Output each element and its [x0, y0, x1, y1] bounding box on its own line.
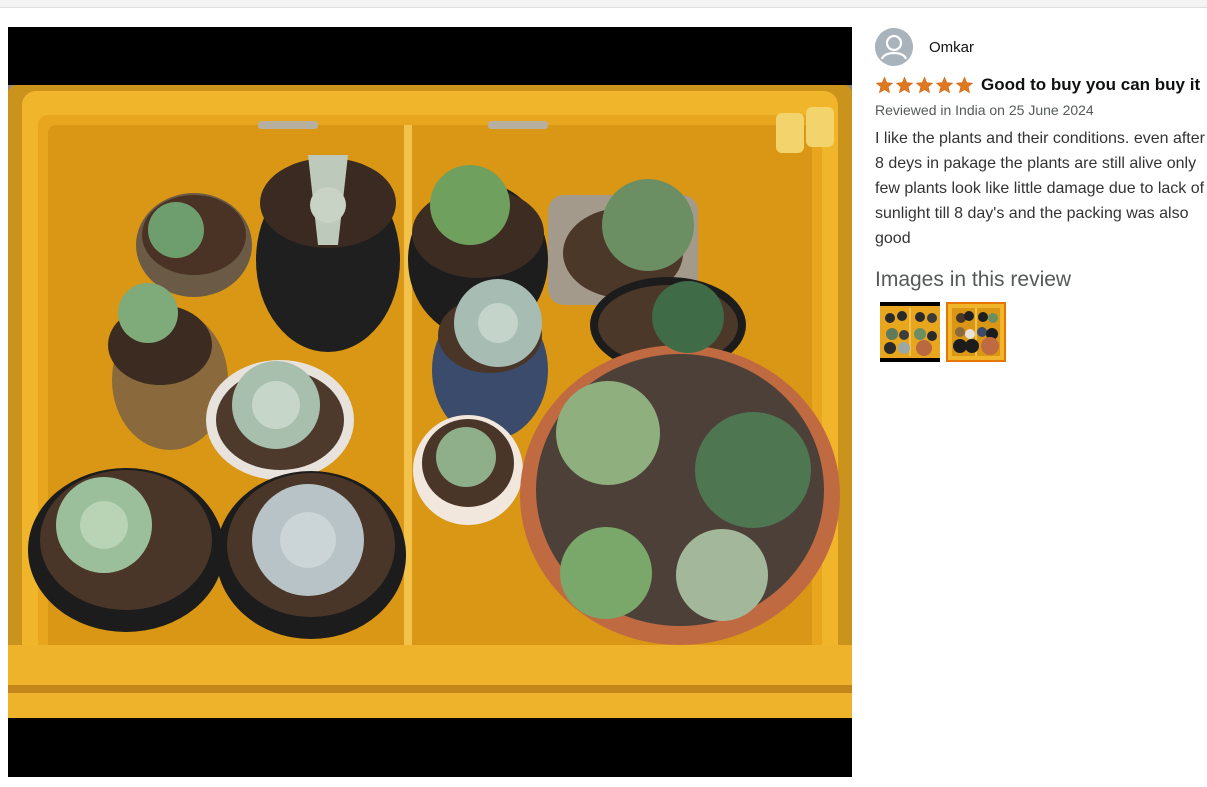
thumbnail-image: [880, 302, 940, 362]
thumbnail-image: [948, 304, 1004, 360]
star-icon: [915, 76, 934, 93]
review-image-viewer[interactable]: [8, 27, 852, 777]
star-icon: [955, 76, 974, 93]
review-photo: [8, 85, 852, 718]
review-image-thumbnail-selected[interactable]: [946, 302, 1006, 362]
images-heading: Images in this review: [875, 268, 1072, 291]
reviewer-name[interactable]: Omkar: [929, 39, 974, 56]
star-icon: [875, 76, 894, 93]
review-image-thumbnails: [880, 302, 1207, 362]
reviewer-profile[interactable]: Omkar: [875, 27, 1207, 67]
review-title[interactable]: Good to buy you can buy it: [981, 75, 1200, 95]
review-image-thumbnail[interactable]: [880, 302, 940, 362]
top-strip: [0, 0, 1207, 8]
avatar[interactable]: [875, 28, 913, 66]
star-icon: [895, 76, 914, 93]
star-icon: [935, 76, 954, 93]
review-body: I like the plants and their conditions. …: [875, 130, 1205, 247]
review-date: Reviewed in India on 25 June 2024: [875, 102, 1094, 118]
review-panel: Omkar Good to buy you can buy it Reviewe…: [875, 27, 1207, 362]
star-rating[interactable]: [875, 76, 975, 95]
review-title-row: Good to buy you can buy it: [875, 75, 1207, 95]
person-silhouette-icon: [875, 28, 913, 66]
